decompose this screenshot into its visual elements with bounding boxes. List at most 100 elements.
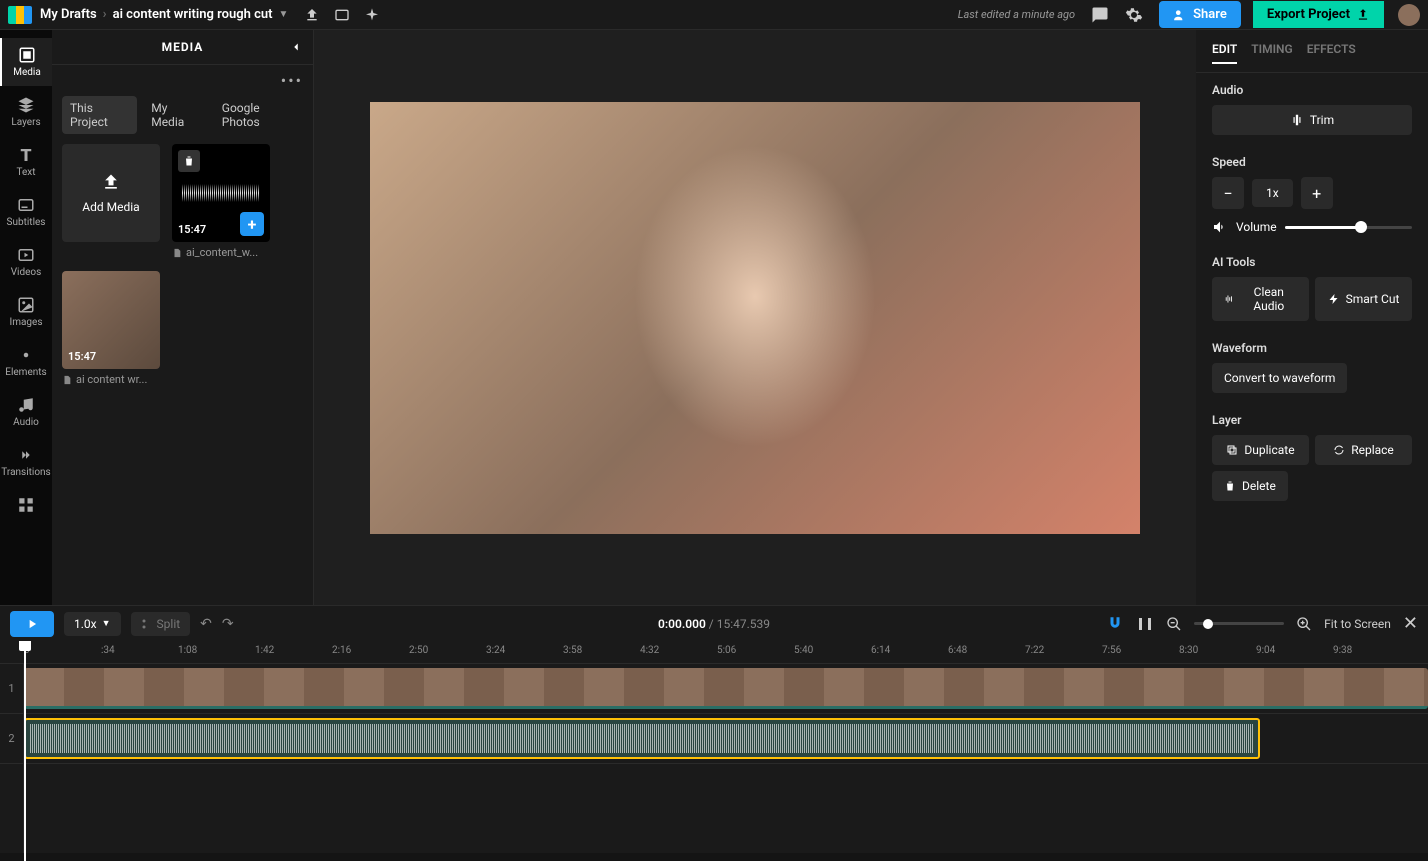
- speed-increase-button[interactable]: +: [1301, 177, 1333, 209]
- rail-more[interactable]: [0, 488, 52, 522]
- comment-icon[interactable]: [1091, 6, 1109, 24]
- rail-videos[interactable]: Videos: [0, 238, 52, 286]
- audio-clip[interactable]: [24, 718, 1260, 759]
- delete-icon[interactable]: [178, 150, 200, 172]
- tab-edit[interactable]: EDIT: [1212, 42, 1237, 64]
- rail-media[interactable]: Media: [0, 38, 52, 86]
- rail-subtitles[interactable]: Subtitles: [0, 188, 52, 236]
- ruler-tick: 7:22: [1025, 645, 1044, 656]
- audio-icon: [1224, 293, 1235, 305]
- ruler-tick: 9:04: [1256, 645, 1275, 656]
- rail-elements[interactable]: Elements: [0, 338, 52, 386]
- more-options-icon[interactable]: •••: [281, 71, 303, 90]
- properties-panel: EDIT TIMING EFFECTS Audio Trim Speed − 1…: [1196, 30, 1428, 605]
- playback-speed-dropdown[interactable]: 1.0x▼: [64, 612, 121, 636]
- tab-effects[interactable]: EFFECTS: [1307, 42, 1356, 64]
- track-number: 1: [0, 664, 24, 713]
- speed-section-label: Speed: [1212, 155, 1412, 169]
- rail-label: Transitions: [1, 467, 50, 478]
- breadcrumb-separator: ›: [103, 7, 107, 22]
- ruler-tick: 4:32: [640, 645, 659, 656]
- breadcrumb: My Drafts › ai content writing rough cut…: [40, 7, 288, 22]
- export-button[interactable]: Export Project: [1253, 1, 1384, 28]
- add-media-label: Add Media: [82, 200, 139, 214]
- share-button[interactable]: Share: [1159, 1, 1241, 28]
- layer-label: Layer: [1212, 413, 1412, 427]
- volume-icon[interactable]: [1212, 219, 1228, 235]
- rail-transitions[interactable]: Transitions: [0, 438, 52, 486]
- delete-button[interactable]: Delete: [1212, 471, 1288, 501]
- clean-audio-button[interactable]: Clean Audio: [1212, 277, 1309, 321]
- snap-icon[interactable]: [1136, 615, 1154, 633]
- ruler-tick: 1:08: [178, 645, 197, 656]
- breadcrumb-root[interactable]: My Drafts: [40, 7, 97, 22]
- volume-slider[interactable]: [1285, 226, 1412, 229]
- duplicate-button[interactable]: Duplicate: [1212, 435, 1309, 465]
- rail-text[interactable]: Text: [0, 138, 52, 186]
- rail-audio[interactable]: Audio: [0, 388, 52, 436]
- timeline-toolbar: 1.0x▼ Split ↶ ↷ 0:00.000 / 15:47.539 Fit…: [0, 605, 1428, 641]
- close-icon[interactable]: ✕: [1403, 613, 1418, 634]
- fit-to-screen-button[interactable]: Fit to Screen: [1324, 617, 1391, 631]
- track-2: 2: [0, 713, 1428, 763]
- zoom-out-icon[interactable]: [1166, 616, 1182, 632]
- ruler-tick: 3:24: [486, 645, 505, 656]
- app-logo[interactable]: [8, 6, 32, 24]
- user-avatar[interactable]: [1398, 4, 1420, 26]
- add-media-button[interactable]: Add Media: [62, 144, 160, 242]
- rail-label: Videos: [11, 267, 42, 278]
- add-to-timeline-icon[interactable]: +: [240, 212, 264, 236]
- ruler-tick: 7:56: [1102, 645, 1121, 656]
- media-item-video[interactable]: 15:47 ai content wr...: [62, 271, 160, 386]
- ruler-tick: 2:16: [332, 645, 351, 656]
- last-edited-label: Last edited a minute ago: [958, 8, 1075, 21]
- top-bar: My Drafts › ai content writing rough cut…: [0, 0, 1428, 30]
- sparkle-icon[interactable]: [364, 7, 380, 23]
- zoom-in-icon[interactable]: [1296, 616, 1312, 632]
- speed-decrease-button[interactable]: −: [1212, 177, 1244, 209]
- timeline-ruler[interactable]: 0:341:081:422:162:503:243:584:325:065:40…: [0, 641, 1428, 663]
- ruler-tick: :34: [101, 645, 115, 656]
- convert-waveform-button[interactable]: Convert to waveform: [1212, 363, 1347, 393]
- smart-cut-button[interactable]: Smart Cut: [1315, 277, 1412, 321]
- rail-images[interactable]: Images: [0, 288, 52, 336]
- volume-label: Volume: [1236, 220, 1277, 234]
- ruler-tick: 2:50: [409, 645, 428, 656]
- rail-label: Layers: [11, 117, 40, 128]
- track-content[interactable]: [24, 764, 1428, 853]
- waveform-label: Waveform: [1212, 341, 1412, 355]
- redo-icon[interactable]: ↷: [222, 616, 234, 632]
- upload-icon[interactable]: [304, 7, 320, 23]
- audio-section-label: Audio: [1212, 83, 1412, 97]
- play-button[interactable]: [10, 611, 54, 637]
- cc-icon[interactable]: [334, 7, 350, 23]
- tab-this-project[interactable]: This Project: [62, 96, 137, 134]
- undo-icon[interactable]: ↶: [200, 616, 212, 632]
- split-button[interactable]: Split: [131, 612, 191, 636]
- tab-google-photos[interactable]: Google Photos: [214, 96, 303, 134]
- collapse-icon[interactable]: [289, 40, 303, 54]
- video-clip[interactable]: [24, 668, 1428, 709]
- preview-canvas[interactable]: [314, 30, 1196, 605]
- breadcrumb-project[interactable]: ai content writing rough cut: [113, 7, 273, 22]
- zoom-slider[interactable]: [1194, 622, 1284, 625]
- trim-button[interactable]: Trim: [1212, 105, 1412, 135]
- tab-timing[interactable]: TIMING: [1251, 42, 1292, 64]
- track-content[interactable]: [24, 714, 1428, 763]
- people-icon: [1173, 8, 1187, 22]
- replace-button[interactable]: Replace: [1315, 435, 1412, 465]
- tab-my-media[interactable]: My Media: [143, 96, 208, 134]
- ruler-tick: 5:06: [717, 645, 736, 656]
- duration-badge: 15:47: [68, 350, 96, 363]
- magnet-icon[interactable]: [1106, 615, 1124, 633]
- share-label: Share: [1193, 7, 1227, 22]
- media-item-audio[interactable]: + 15:47 ai_content_w...: [172, 144, 270, 259]
- chevron-down-icon[interactable]: ▼: [278, 9, 288, 20]
- video-preview: [370, 102, 1140, 534]
- track-content[interactable]: [24, 664, 1428, 713]
- gear-icon[interactable]: [1125, 6, 1143, 24]
- scissors-icon: [141, 618, 153, 630]
- ruler-tick: 8:30: [1179, 645, 1198, 656]
- rail-layers[interactable]: Layers: [0, 88, 52, 136]
- playhead[interactable]: [24, 641, 26, 861]
